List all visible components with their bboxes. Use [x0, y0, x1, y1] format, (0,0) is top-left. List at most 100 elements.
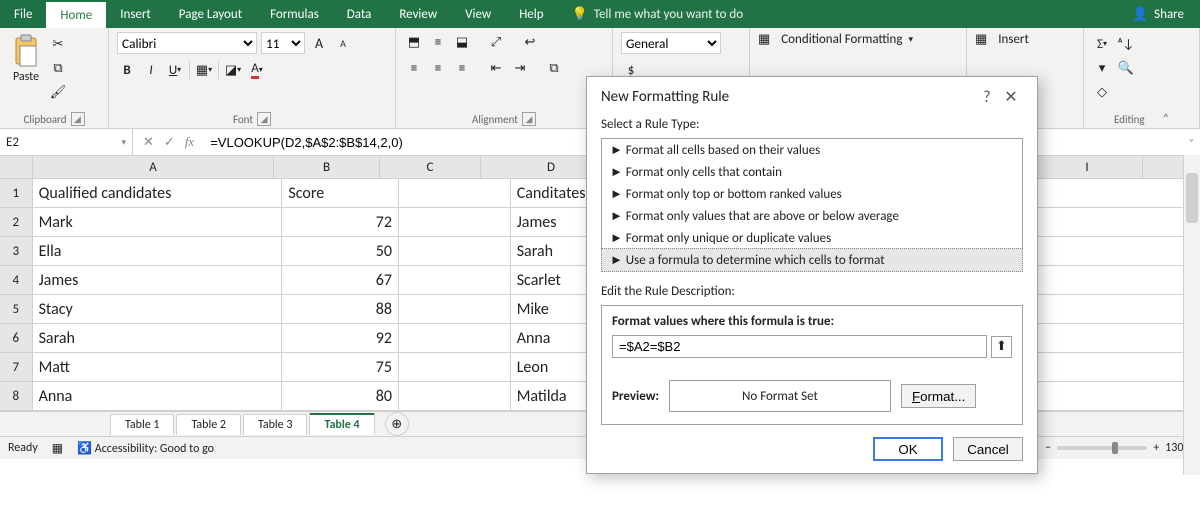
rule-type-option[interactable]: ► Format only top or bottom ranked value… — [602, 183, 1022, 205]
zoom-out-button[interactable]: − — [1045, 441, 1051, 455]
cell[interactable] — [399, 295, 511, 323]
cell[interactable]: 88 — [282, 295, 399, 323]
insert-cells-button[interactable]: ▦ Insert — [975, 32, 1029, 47]
ok-button[interactable]: OK — [873, 437, 943, 461]
macro-record-icon[interactable]: ▦ — [52, 441, 63, 456]
format-painter-button[interactable]: 🖌 — [48, 82, 68, 102]
rule-type-option[interactable]: ► Format only unique or duplicate values — [602, 227, 1022, 249]
row-header[interactable]: 8 — [0, 382, 33, 410]
cell[interactable] — [399, 237, 511, 265]
alignment-launcher[interactable]: ◢ — [522, 112, 536, 126]
align-bottom-button[interactable]: ⬓ — [452, 32, 472, 52]
merge-center-button[interactable]: ⧉ — [544, 58, 564, 78]
column-header-c[interactable]: C — [380, 156, 481, 178]
cell[interactable] — [399, 324, 511, 352]
rule-type-option[interactable]: ► Use a formula to determine which cells… — [601, 248, 1023, 272]
cell[interactable] — [399, 266, 511, 294]
find-select-button[interactable]: 🔍 — [1116, 58, 1136, 78]
number-format-combo[interactable]: General — [621, 32, 721, 54]
cell[interactable]: Mark — [33, 208, 283, 236]
align-top-button[interactable]: ⬒ — [404, 32, 424, 52]
share-button[interactable]: 👤 Share — [1132, 0, 1200, 28]
decrease-indent-button[interactable]: ⇤ — [486, 58, 506, 78]
cell[interactable]: Stacy — [33, 295, 283, 323]
select-all-corner[interactable] — [0, 156, 33, 178]
cell[interactable] — [1078, 266, 1200, 294]
increase-indent-button[interactable]: ⇥ — [510, 58, 530, 78]
cell[interactable]: Score — [282, 179, 399, 207]
fill-button[interactable]: ▾ — [1092, 58, 1112, 78]
cell[interactable] — [399, 208, 511, 236]
align-center-button[interactable]: ≡ — [428, 58, 448, 78]
font-family-combo[interactable]: Calibri — [117, 32, 257, 54]
tab-review[interactable]: Review — [385, 0, 451, 28]
cell[interactable] — [1078, 295, 1200, 323]
tab-file[interactable]: File — [0, 0, 46, 28]
fill-color-button[interactable]: ◪▾ — [223, 60, 243, 80]
cell[interactable] — [399, 179, 511, 207]
cell[interactable]: James — [33, 266, 283, 294]
sheet-tab-1[interactable]: Table 1 — [110, 414, 174, 435]
sort-filter-button[interactable]: ᴬ↓ — [1116, 34, 1136, 54]
increase-font-button[interactable]: A — [309, 33, 329, 53]
cut-button[interactable]: ✂ — [48, 34, 68, 54]
cell[interactable] — [1078, 324, 1200, 352]
row-header[interactable]: 4 — [0, 266, 33, 294]
sheet-tab-2[interactable]: Table 2 — [176, 414, 240, 435]
tab-data[interactable]: Data — [333, 0, 386, 28]
cell[interactable] — [1078, 237, 1200, 265]
tab-insert[interactable]: Insert — [106, 0, 165, 28]
italic-button[interactable]: I — [141, 60, 161, 80]
copy-button[interactable]: ⧉ — [48, 58, 68, 78]
enter-formula-button[interactable]: ✓ — [164, 135, 175, 150]
clear-button[interactable]: ◇ — [1092, 82, 1112, 102]
column-header-a[interactable]: A — [33, 156, 274, 178]
paste-button[interactable]: Paste — [8, 32, 44, 86]
cell[interactable]: Sarah — [33, 324, 283, 352]
cell[interactable]: Matt — [33, 353, 283, 381]
font-size-combo[interactable]: 11 — [261, 32, 305, 54]
accessibility-status[interactable]: ♿ Accessibility: Good to go — [77, 441, 214, 456]
row-header[interactable]: 2 — [0, 208, 33, 236]
cell[interactable]: 72 — [282, 208, 399, 236]
tell-me[interactable]: 💡 Tell me what you want to do — [558, 0, 758, 28]
row-header[interactable]: 3 — [0, 237, 33, 265]
expand-formula-bar[interactable]: ˅ — [1183, 136, 1200, 149]
align-left-button[interactable]: ≡ — [404, 58, 424, 78]
zoom-control[interactable]: − + 130% — [1045, 441, 1192, 455]
tab-home[interactable]: Home — [46, 0, 106, 28]
collapse-dialog-button[interactable]: ⬆ — [991, 336, 1012, 358]
underline-button[interactable]: U▾ — [165, 60, 185, 80]
cell[interactable]: 92 — [282, 324, 399, 352]
cell[interactable] — [1078, 382, 1200, 410]
fx-icon[interactable]: fx — [185, 134, 194, 150]
add-sheet-button[interactable]: ⊕ — [385, 412, 409, 436]
rule-type-option[interactable]: ► Format only cells that contain — [602, 161, 1022, 183]
tab-view[interactable]: View — [451, 0, 505, 28]
tab-page-layout[interactable]: Page Layout — [165, 0, 256, 28]
tab-help[interactable]: Help — [505, 0, 557, 28]
cell[interactable]: Qualified candidates — [33, 179, 283, 207]
zoom-in-button[interactable]: + — [1153, 441, 1159, 455]
borders-button[interactable]: ▦▾ — [194, 60, 214, 80]
zoom-slider[interactable] — [1057, 446, 1147, 450]
ribbon-collapse-button[interactable]: ˄ — [1163, 112, 1169, 126]
rule-type-option[interactable]: ► Format all cells based on their values — [602, 139, 1022, 161]
row-header[interactable]: 6 — [0, 324, 33, 352]
format-button[interactable]: Format... — [901, 384, 976, 408]
vertical-scrollbar[interactable] — [1183, 155, 1200, 475]
align-middle-button[interactable]: ≡ — [428, 32, 448, 52]
column-header-i[interactable]: I — [1032, 156, 1143, 178]
sheet-tab-3[interactable]: Table 3 — [243, 414, 307, 435]
rule-formula-input[interactable] — [612, 335, 987, 358]
tab-formulas[interactable]: Formulas — [256, 0, 333, 28]
cell[interactable]: 50 — [282, 237, 399, 265]
row-header[interactable]: 5 — [0, 295, 33, 323]
decrease-font-button[interactable]: A — [333, 33, 353, 53]
sheet-tab-4[interactable]: Table 4 — [309, 413, 374, 435]
cell[interactable]: Ella — [33, 237, 283, 265]
conditional-formatting-button[interactable]: ▦ Conditional Formatting ▾ — [758, 32, 913, 47]
cell[interactable] — [1078, 353, 1200, 381]
wrap-text-button[interactable]: ↩ — [520, 32, 540, 52]
orientation-button[interactable]: ⤢ — [486, 32, 506, 52]
